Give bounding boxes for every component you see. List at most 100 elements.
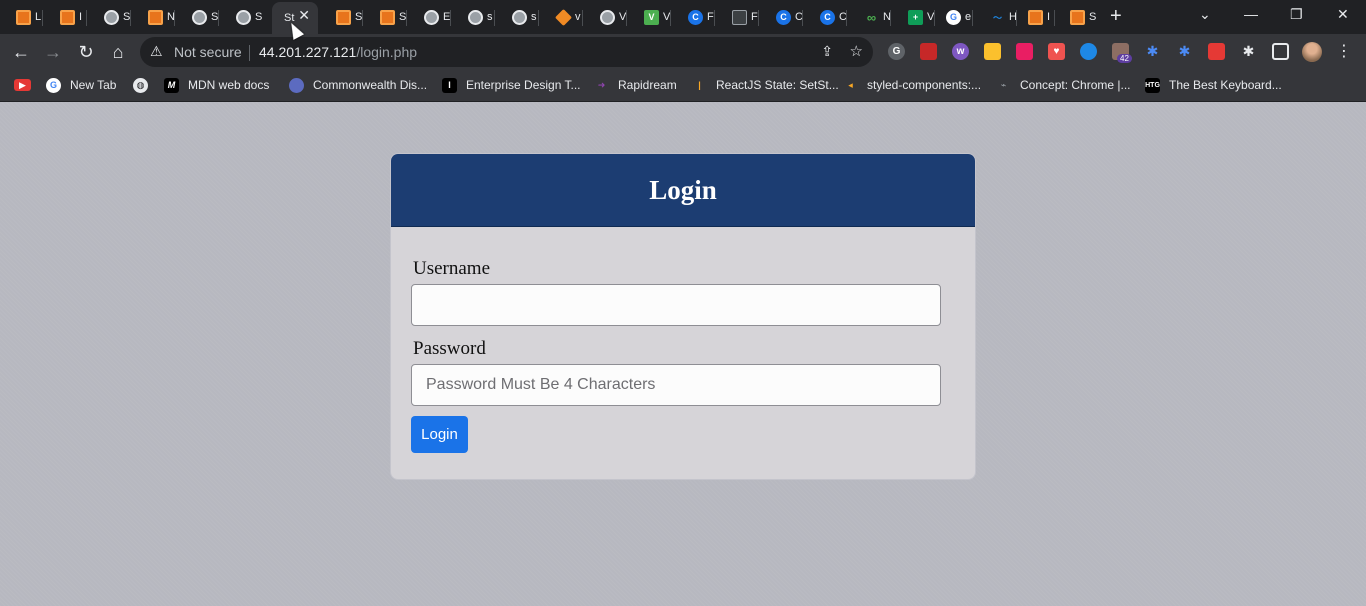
browser-tab[interactable]: s <box>452 2 495 32</box>
plus-icon: + <box>908 9 923 25</box>
orange-square-icon <box>1028 9 1043 25</box>
bookmark-item[interactable]: Commonwealth Dis... <box>289 77 427 93</box>
browser-tab[interactable]: CC <box>804 2 847 32</box>
browser-tab[interactable]: s <box>496 2 539 32</box>
browser-tab[interactable]: CF <box>672 2 715 32</box>
tab-separator <box>626 10 627 26</box>
browser-tab[interactable]: 〜 H <box>974 2 1017 32</box>
c-circle-icon: C <box>688 9 703 25</box>
browser-tab[interactable]: N <box>132 2 175 32</box>
puzzle-blue-icon[interactable]: ✱ <box>1144 43 1161 60</box>
orange-square-icon <box>16 9 31 25</box>
globe-icon <box>424 9 439 25</box>
browser-tab[interactable]: V <box>584 2 627 32</box>
browser-tab[interactable]: S <box>220 2 263 32</box>
bookmark-item[interactable]: HTG The Best Keyboard... <box>1145 77 1282 93</box>
tab-close-icon[interactable]: ✕ <box>298 8 310 22</box>
c-circle-icon: C <box>820 9 835 25</box>
tab-separator <box>972 10 973 26</box>
circle-extension-icon[interactable] <box>1080 43 1097 60</box>
bookmark-label: styled-components:... <box>867 78 982 92</box>
tab-separator <box>670 10 671 26</box>
login-button[interactable]: Login <box>411 416 468 453</box>
browser-tab[interactable]: v <box>540 2 583 32</box>
web-extension-icon[interactable]: w <box>952 43 969 60</box>
forward-icon[interactable]: → <box>42 41 64 63</box>
mdn-icon: M <box>164 77 179 93</box>
browser-tab[interactable]: I <box>44 2 87 32</box>
globe-icon <box>468 9 483 25</box>
browser-tab[interactable]: + V <box>892 2 935 32</box>
browser-tab[interactable]: S <box>1054 2 1097 32</box>
tab-separator <box>802 10 803 26</box>
cube-icon <box>555 8 572 26</box>
bookmark-item[interactable]: G New Tab <box>46 77 116 93</box>
bookmark-label: Commonwealth Dis... <box>313 78 428 92</box>
browser-tab[interactable]: CC <box>760 2 803 32</box>
security-status[interactable]: Not secure <box>174 44 242 60</box>
tab-separator <box>130 10 131 26</box>
address-divider <box>249 45 250 61</box>
google-icon: G <box>946 9 961 25</box>
url-host: 44.201.227.121 <box>259 44 357 60</box>
new-tab-button[interactable]: + <box>1110 6 1122 26</box>
reload-icon[interactable]: ↻ <box>75 41 97 63</box>
browser-tab[interactable]: S <box>88 2 131 32</box>
orange-square-icon <box>336 9 351 25</box>
menu-dots-icon[interactable]: ⋮ <box>1336 41 1352 61</box>
bookmark-item[interactable]: M MDN web docs <box>164 77 269 93</box>
username-input[interactable] <box>411 284 941 326</box>
extension-badge: 42 <box>1117 54 1132 63</box>
browser-tab[interactable]: VV <box>628 2 671 32</box>
password-input[interactable] <box>411 364 941 406</box>
bookmark-item[interactable]: ➜ Rapidream <box>594 77 677 93</box>
browser-tab[interactable]: S <box>364 2 407 32</box>
profile-avatar[interactable] <box>1302 42 1322 62</box>
browser-tab[interactable]: E <box>408 2 451 32</box>
tab-separator <box>174 10 175 26</box>
browser-tab[interactable]: F <box>716 2 759 32</box>
close-window-icon[interactable]: ✕ <box>1337 6 1349 23</box>
book-extension-icon[interactable] <box>920 43 937 60</box>
tab-title: S <box>1089 11 1097 23</box>
address-bar[interactable]: ⚠ Not secure 44.201.227.121/login.php ⇪ … <box>140 37 873 67</box>
globe-icon <box>236 9 251 25</box>
bookmark-item[interactable]: | ReactJS State: SetSt... <box>692 77 839 93</box>
tab-search-icon[interactable]: ⌄ <box>1199 6 1211 23</box>
mosaic-extension-icon[interactable] <box>1208 43 1225 60</box>
c-circle-icon: C <box>776 9 791 25</box>
globe-icon <box>512 9 527 25</box>
address-url[interactable]: 44.201.227.121/login.php <box>259 44 417 60</box>
browser-tab[interactable]: S <box>176 2 219 32</box>
dots-extension-icon[interactable] <box>1016 43 1033 60</box>
browser-tab[interactable]: Ge <box>930 2 973 32</box>
home-icon[interactable]: ⌂ <box>107 41 129 63</box>
browser-tab[interactable]: L <box>0 2 43 32</box>
share-icon[interactable]: ⇪ <box>821 43 833 60</box>
pocket-icon[interactable]: ♥ <box>1048 43 1065 60</box>
htg-icon: HTG <box>1145 77 1160 93</box>
side-panel-icon[interactable] <box>1272 43 1289 60</box>
puzzle-blue-icon[interactable]: ✱ <box>1176 43 1193 60</box>
warning-icon[interactable]: ⚠ <box>150 43 163 60</box>
styled-icon: ◂ <box>848 79 853 90</box>
login-header: Login <box>391 154 975 227</box>
browser-tab[interactable]: S <box>320 2 363 32</box>
extensions-puzzle-icon[interactable]: ✱ <box>1240 43 1257 60</box>
restore-icon[interactable]: ❐ <box>1290 6 1303 23</box>
bookmark-item[interactable]: ▶ <box>14 77 40 93</box>
bookmark-item[interactable]: ◍ <box>133 77 157 93</box>
browser-tab[interactable]: I <box>1012 2 1055 32</box>
bookmark-star-icon[interactable]: ☆ <box>850 42 863 60</box>
back-icon[interactable]: ← <box>10 41 32 63</box>
notes-extension-icon[interactable] <box>984 43 1001 60</box>
orange-square-icon <box>1070 9 1085 25</box>
orange-square-icon <box>380 9 395 25</box>
react-icon: | <box>698 80 701 90</box>
browser-tab[interactable]: ∞ N <box>848 2 891 32</box>
grammarly-icon[interactable]: G <box>888 43 905 60</box>
bookmark-item[interactable]: ◂ styled-components:... <box>843 77 981 93</box>
bookmark-item[interactable]: I Enterprise Design T... <box>442 77 581 93</box>
minimize-icon[interactable]: — <box>1244 6 1258 22</box>
bookmark-item[interactable]: ⌁ Concept: Chrome |... <box>996 77 1131 93</box>
